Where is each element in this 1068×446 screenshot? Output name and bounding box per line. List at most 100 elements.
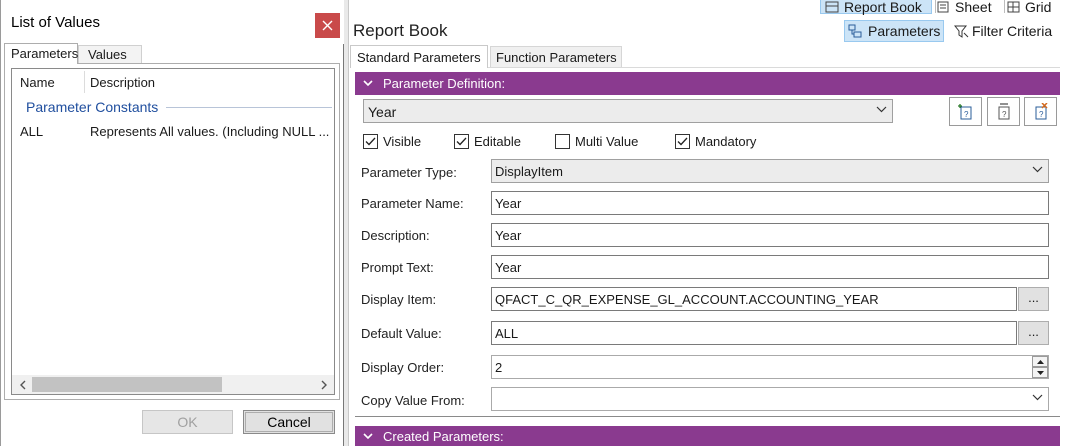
parameter-select-value: Year <box>368 104 397 120</box>
grid-view-label: Grid <box>1025 0 1052 15</box>
toolbar-divider <box>935 0 936 13</box>
parameter-select[interactable]: Year <box>363 99 893 123</box>
checkbox-box[interactable] <box>555 134 570 149</box>
checkbox-label: Editable <box>474 134 521 149</box>
close-icon <box>322 20 333 31</box>
checkbox-box[interactable] <box>675 134 690 149</box>
grid-icon <box>1007 1 1020 13</box>
parameter-type-label: Parameter Type: <box>361 165 457 180</box>
checkbox-label: Multi Value <box>575 134 639 149</box>
column-header-name[interactable]: Name <box>20 75 55 90</box>
description-field[interactable]: Year <box>491 223 1049 247</box>
checkbox-box[interactable] <box>363 134 378 149</box>
report-book-panel: Report Book Sheet Grid Report Book Param… <box>350 0 1068 446</box>
display-item-browse-button[interactable]: ... <box>1018 287 1049 311</box>
scroll-left-icon[interactable] <box>14 377 30 392</box>
sheet-view-label: Sheet <box>955 0 992 15</box>
horizontal-scrollbar[interactable] <box>12 375 334 394</box>
section-title: Parameter Definition: <box>383 76 506 91</box>
edit-parameter-icon: ? <box>998 102 1009 119</box>
spin-up-button[interactable] <box>1032 356 1048 367</box>
parameters-label: Parameters <box>868 23 941 39</box>
multi-value-checkbox[interactable]: Multi Value <box>555 134 638 149</box>
list-header: Name Description <box>12 69 334 95</box>
edit-parameter-button[interactable]: ? <box>987 97 1020 126</box>
chevron-down-icon <box>363 432 373 439</box>
delete-parameter-button[interactable]: ? <box>1024 97 1057 126</box>
scroll-right-icon[interactable] <box>316 377 332 392</box>
copy-value-from-select[interactable] <box>491 387 1049 411</box>
caret-down-icon <box>1036 370 1044 375</box>
visible-checkbox[interactable]: Visible <box>363 134 421 149</box>
add-parameter-icon: ? <box>957 103 971 119</box>
parameter-name-field[interactable]: Year <box>491 191 1049 215</box>
report-book-view-label: Report Book <box>844 0 922 15</box>
ok-button[interactable]: OK <box>142 410 233 434</box>
display-order-value: 2 <box>495 360 503 375</box>
tab-panel: Name Description Parameter Constants ALL… <box>4 63 340 400</box>
delete-parameter-icon: ? <box>1035 102 1048 119</box>
group-divider <box>166 107 332 108</box>
cancel-button[interactable]: Cancel <box>243 410 335 434</box>
section-divider <box>355 416 1060 417</box>
checkmark-icon <box>677 137 688 146</box>
display-order-label: Display Order: <box>361 360 445 375</box>
spin-down-button[interactable] <box>1032 367 1048 378</box>
list-of-values-dialog: List of Values Parameters Values Name De… <box>0 0 344 446</box>
filter-criteria-label: Filter Criteria <box>972 23 1053 39</box>
toolbar-divider <box>1004 0 1005 13</box>
checkmark-icon <box>456 137 467 146</box>
group-label: Parameter Constants <box>26 99 159 115</box>
scrollbar-thumb[interactable] <box>32 377 222 392</box>
add-parameter-button[interactable]: ? <box>949 97 982 126</box>
sheet-view-button[interactable]: Sheet <box>937 0 992 15</box>
parameters-button[interactable]: Parameters <box>844 20 944 42</box>
page-title: Report Book <box>353 21 448 40</box>
svg-text:?: ? <box>1039 110 1044 119</box>
parameters-icon <box>848 24 862 38</box>
editable-checkbox[interactable]: Editable <box>454 134 521 149</box>
display-order-spin-buttons <box>1032 356 1048 378</box>
default-value-label: Default Value: <box>361 326 442 341</box>
description-label: Description: <box>361 228 430 243</box>
parameter-definition-header[interactable]: Parameter Definition: <box>355 72 1060 95</box>
list-item[interactable]: ALL Represents All values. (Including NU… <box>12 121 334 141</box>
list-item-name: ALL <box>20 124 44 139</box>
report-book-icon <box>825 1 839 12</box>
checkbox-label: Mandatory <box>695 134 757 149</box>
dialog-titlebar[interactable]: List of Values <box>1 0 344 44</box>
created-parameters-header[interactable]: Created Parameters: <box>355 426 1060 446</box>
checkmark-icon <box>365 137 376 146</box>
tab-values[interactable]: Values <box>78 45 142 63</box>
tab-parameters[interactable]: Parameters <box>4 43 78 64</box>
splitter[interactable] <box>344 0 349 446</box>
list-item-description: Represents All values. (Including NULL .… <box>90 124 330 139</box>
default-value-field[interactable]: ALL <box>491 321 1017 345</box>
parameter-type-value: DisplayItem <box>495 164 563 179</box>
parameter-name-label: Parameter Name: <box>361 196 464 211</box>
default-value-browse-button[interactable]: ... <box>1018 321 1049 345</box>
tab-standard-parameters[interactable]: Standard Parameters <box>350 45 488 68</box>
section-title: Created Parameters: <box>383 428 504 444</box>
values-list[interactable]: Name Description Parameter Constants ALL… <box>11 68 335 395</box>
mandatory-checkbox[interactable]: Mandatory <box>675 134 756 149</box>
svg-text:?: ? <box>1002 110 1007 119</box>
close-button[interactable] <box>315 13 340 38</box>
filter-criteria-button[interactable]: Filter Criteria <box>954 20 1052 42</box>
sheet-icon <box>937 1 949 13</box>
prompt-text-label: Prompt Text: <box>361 260 434 275</box>
chevron-down-icon <box>1032 166 1043 173</box>
parameter-type-select[interactable]: DisplayItem <box>491 159 1049 183</box>
dialog-title: List of Values <box>11 14 100 31</box>
column-separator[interactable] <box>84 71 85 93</box>
chevron-down-icon <box>1032 394 1043 401</box>
grid-view-button[interactable]: Grid <box>1007 0 1052 15</box>
prompt-text-field[interactable]: Year <box>491 255 1049 279</box>
chevron-down-icon <box>363 80 373 87</box>
display-item-field[interactable]: QFACT_C_QR_EXPENSE_GL_ACCOUNT.ACCOUNTING… <box>491 287 1017 311</box>
checkbox-box[interactable] <box>454 134 469 149</box>
column-header-description[interactable]: Description <box>90 75 155 90</box>
tab-function-parameters[interactable]: Function Parameters <box>490 46 622 67</box>
report-book-view-button[interactable]: Report Book <box>820 0 932 15</box>
display-order-spinner[interactable]: 2 <box>491 355 1049 379</box>
